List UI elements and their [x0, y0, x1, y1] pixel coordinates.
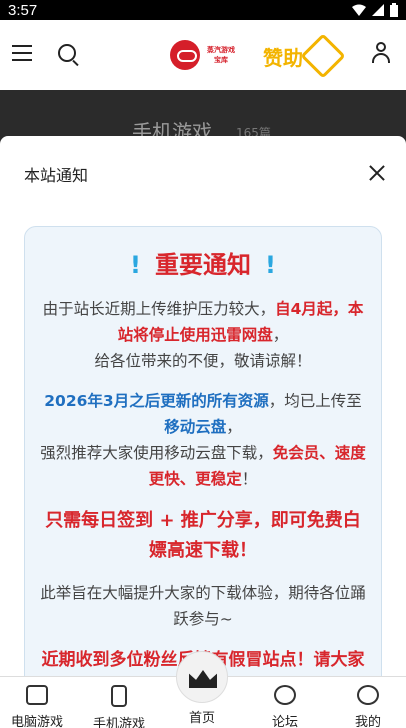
notice-modal: 本站通知 ! 重要通知! 由于站长近期上传维护压力较大，自4月起，本站将停止使用迅…: [0, 136, 406, 696]
nav-item-forum[interactable]: 论坛: [250, 681, 320, 728]
donate-label: 赞助: [263, 45, 303, 70]
bottom-nav: 电脑游戏 手机游戏 首页 论坛 我的: [0, 651, 406, 728]
nav-item-pc-games[interactable]: 电脑游戏: [2, 681, 72, 728]
signal-icon: [372, 4, 384, 16]
smile-icon: [357, 685, 379, 705]
crown-icon: [189, 670, 217, 688]
user-icon[interactable]: [372, 42, 390, 64]
logo-text: 蒸汽游戏宝库: [207, 46, 235, 64]
chat-icon: [274, 685, 296, 705]
nav-item-mobile-games[interactable]: 手机游戏: [84, 681, 154, 728]
nav-item-home[interactable]: 首页: [167, 707, 237, 726]
status-icons: [352, 3, 398, 17]
notice-paragraph-4: 此举旨在大幅提升大家的下载体验，期待各位踊跃参与~: [40, 584, 366, 628]
nav-item-me[interactable]: 我的: [333, 681, 403, 728]
search-icon[interactable]: [58, 44, 76, 62]
notice-paragraph-2: 2026年3月之后更新的所有资源，均已上传至移动云盘， 强烈推荐大家使用移动云盘…: [40, 392, 366, 488]
close-icon[interactable]: [368, 164, 386, 182]
chart-icon: [26, 685, 48, 705]
notice-paragraph-1: 由于站长近期上传维护压力较大，自4月起，本站将停止使用迅雷网盘， 给各位带来的不…: [42, 300, 364, 370]
exclamation-icon: !: [130, 251, 141, 279]
handshake-icon: [300, 33, 346, 79]
battery-icon: [390, 3, 398, 17]
donate-button[interactable]: 赞助: [263, 33, 346, 79]
notice-heading: ! 重要通知!: [130, 251, 276, 279]
wifi-icon: [352, 4, 366, 16]
home-button[interactable]: [176, 651, 228, 703]
notice-card: ! 重要通知! 由于站长近期上传维护压力较大，自4月起，本站将停止使用迅雷网盘， …: [24, 226, 382, 696]
status-bar: 3:57: [0, 0, 406, 20]
top-header: 蒸汽游戏宝库 赞助: [0, 20, 406, 90]
modal-title: 本站通知: [24, 166, 89, 185]
notice-paragraph-3: 只需每日签到 + 推广分享，即可免费白嫖高速下载！: [45, 510, 361, 561]
exclamation-icon: !: [265, 251, 276, 279]
status-time: 3:57: [8, 1, 38, 19]
menu-icon[interactable]: [12, 45, 32, 61]
steam-logo-icon: [170, 40, 200, 70]
phone-icon: [111, 685, 127, 707]
site-logo[interactable]: 蒸汽游戏宝库: [170, 40, 238, 70]
